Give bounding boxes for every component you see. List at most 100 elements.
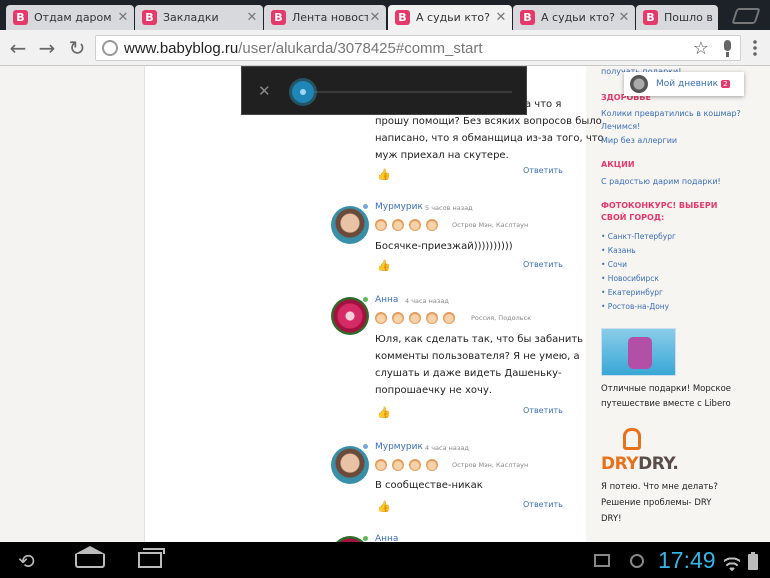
reply-link[interactable]: Ответить	[523, 260, 563, 269]
my-diary-button[interactable]: Мой дневник 2	[624, 72, 744, 96]
close-icon[interactable]: ✕	[617, 10, 631, 25]
comment-text-line: Юля, как сделать так, что бы забанить	[375, 334, 584, 345]
like-thumb-icon[interactable]: 👍	[377, 169, 391, 180]
sidebar-city-link[interactable]: • Новосибирск	[601, 274, 659, 284]
like-thumb-icon[interactable]: 👍	[377, 407, 391, 418]
sidebar-city-link[interactable]: • Сочи	[601, 260, 627, 270]
system-home-button[interactable]	[75, 546, 105, 568]
libero-promo-image[interactable]	[601, 328, 676, 376]
tab-a-sudi-kto-active[interactable]: B А судьи кто? ✕	[388, 5, 512, 30]
comment-location: Остров Мэн, Каслтаун	[452, 461, 529, 469]
tab-title: Пошло в	[664, 11, 713, 24]
comment-author[interactable]: Мурмурик	[375, 202, 423, 212]
drydry-promo-image[interactable]: DRYDRY.	[601, 426, 679, 474]
comment-text-line: муж приехал на скутере.	[375, 150, 509, 161]
comment-time: 4 часа назад	[425, 444, 469, 452]
tab-poshlo-v[interactable]: B Пошло в	[636, 5, 718, 30]
child-icon	[443, 312, 455, 324]
children-icons	[375, 312, 455, 324]
child-icon	[409, 312, 421, 324]
bookmark-star-icon[interactable]: ☆	[688, 38, 714, 59]
child-icon	[375, 312, 387, 324]
sidebar-link[interactable]: Мир без аллергии	[601, 135, 677, 146]
promo-text[interactable]: Отличные подарки! Морское	[601, 382, 731, 396]
babyblog-favicon-icon: B	[520, 10, 535, 25]
sidebar-city-link[interactable]: • Казань	[601, 246, 636, 256]
url-text[interactable]: www.babyblog.ru/user/alukarda/3078425#co…	[124, 40, 688, 57]
close-icon[interactable]: ✕	[368, 10, 382, 25]
sidebar-heading-photo-contest: ФОТОКОНКУРС! ВЫБЕРИ	[601, 201, 718, 210]
tab-news-feed[interactable]: B Лента новостей ✕	[264, 5, 386, 30]
gallery-notification-icon[interactable]	[594, 554, 610, 567]
promo-text[interactable]: Я потею. Что мне делать?	[601, 480, 718, 494]
avatar[interactable]	[331, 206, 369, 244]
close-icon[interactable]: ✕	[494, 10, 508, 25]
system-back-button[interactable]: ⟲	[18, 550, 35, 572]
comment-text-line: а что я	[525, 99, 562, 110]
child-icon	[426, 219, 438, 231]
reload-button[interactable]: ↻	[65, 36, 89, 60]
avatar[interactable]	[331, 446, 369, 484]
sidebar-city-link[interactable]: • Санкт-Петербург	[601, 232, 676, 242]
comment-author[interactable]: Анна	[375, 295, 398, 305]
suitcase-icon	[628, 337, 652, 369]
child-icon	[392, 219, 404, 231]
status-clock[interactable]: 17:49	[658, 547, 716, 574]
volume-slider-handle[interactable]	[292, 81, 314, 103]
tab-bookmarks[interactable]: B Закладки ✕	[135, 5, 263, 30]
reply-link[interactable]: Ответить	[523, 166, 563, 175]
babyblog-favicon-icon: B	[271, 10, 286, 25]
comment-time: 4 часа назад	[405, 297, 449, 305]
promo-text[interactable]: Решение проблемы- DRY	[601, 496, 711, 510]
volume-popup: ✕	[241, 66, 527, 115]
comment-text-line: слушать и даже видеть Дашеньку-	[375, 368, 562, 379]
child-icon	[426, 312, 438, 324]
hand-icon	[623, 428, 641, 450]
online-status-dot	[363, 204, 368, 209]
comment-author[interactable]: Анна	[375, 534, 398, 542]
child-icon	[426, 459, 438, 471]
tab-otdam-darom[interactable]: B Отдам даром ✕	[6, 5, 134, 30]
child-icon	[375, 219, 387, 231]
tab-a-sudi-kto[interactable]: B А судьи кто? ✕	[513, 5, 635, 30]
child-icon	[375, 459, 387, 471]
promo-text[interactable]: путешествие вместе с Libero	[601, 397, 731, 411]
avatar[interactable]	[331, 297, 369, 335]
close-icon[interactable]: ✕	[245, 10, 259, 25]
forward-button[interactable]: →	[35, 36, 59, 60]
comment-author[interactable]: Мурмурик	[375, 442, 423, 452]
reply-link[interactable]: Ответить	[523, 406, 563, 415]
reply-link[interactable]: Ответить	[523, 500, 563, 509]
tab-switcher-icon[interactable]	[731, 8, 761, 24]
close-icon[interactable]: ✕	[116, 10, 130, 25]
child-icon	[392, 459, 404, 471]
tab-title: Отдам даром	[34, 11, 112, 24]
my-diary-label: Мой дневник	[656, 79, 719, 89]
sidebar-city-link[interactable]: • Ростов-на-Дону	[601, 302, 669, 312]
like-thumb-icon[interactable]: 👍	[377, 260, 391, 271]
back-button[interactable]: ←	[6, 36, 30, 60]
overflow-menu-icon[interactable]	[753, 39, 757, 57]
comment-text-line: В сообществе-никак	[375, 480, 483, 491]
child-icon	[392, 312, 404, 324]
system-recent-apps-button[interactable]	[138, 548, 165, 568]
children-icons	[375, 219, 438, 231]
microphone-icon[interactable]	[714, 38, 740, 58]
sidebar-link[interactable]: Колики превратились в кошмар?	[601, 108, 741, 119]
tab-title: Лента новостей	[292, 11, 368, 24]
like-thumb-icon[interactable]: 👍	[377, 501, 391, 512]
speaker-muted-icon[interactable]: ✕	[258, 83, 276, 99]
url-domain: www.babyblog.ru	[124, 39, 239, 57]
sidebar-link[interactable]: С радостью дарим подарки!	[601, 176, 721, 187]
tab-title: А судьи кто?	[416, 11, 490, 24]
comment-location: Остров Мэн, Каслтаун	[452, 221, 529, 229]
battery-icon	[748, 552, 758, 570]
sidebar-link[interactable]: Лечимся!	[601, 121, 640, 132]
sidebar-city-link[interactable]: • Екатеринбург	[601, 288, 663, 298]
media-notification-icon[interactable]	[630, 554, 644, 568]
promo-text[interactable]: DRY!	[601, 512, 622, 526]
online-status-dot	[363, 297, 368, 302]
comment-text-line: Босячке-приезжай))))))))))	[375, 241, 513, 252]
volume-slider-track[interactable]	[302, 91, 512, 93]
address-bar[interactable]: www.babyblog.ru/user/alukarda/3078425#co…	[95, 35, 741, 61]
